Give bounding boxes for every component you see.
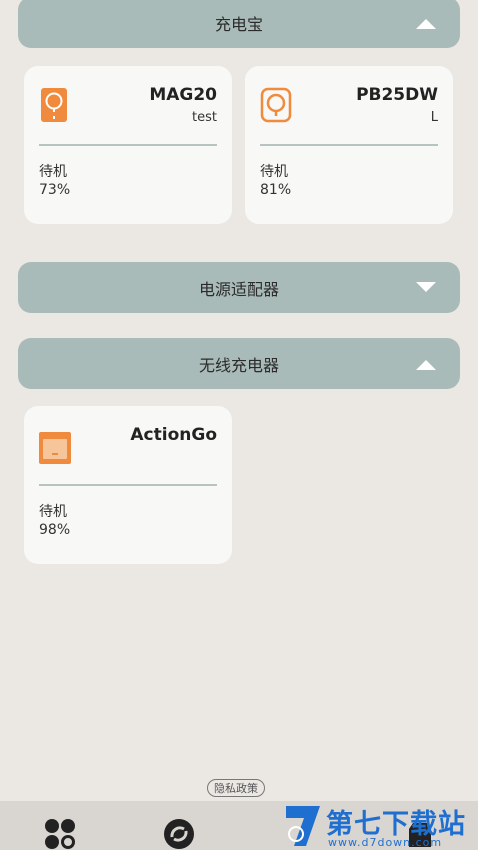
device-card-pb25dw[interactable]: PB25DW L 待机 81% — [245, 66, 453, 224]
section-title: 无线充电器 — [198, 355, 279, 375]
device-subtitle: L — [430, 110, 438, 125]
device-name: MAG20 — [149, 85, 217, 105]
divider — [260, 144, 438, 146]
chevron-up-icon — [416, 18, 436, 29]
privacy-policy-link[interactable]: 隐私政策 — [207, 779, 265, 797]
chevron-down-icon — [416, 281, 436, 292]
refresh-tab-icon[interactable] — [162, 817, 196, 850]
section-title: 充电宝 — [214, 14, 263, 34]
device-battery: 73% — [39, 182, 71, 198]
device-name: ActionGo — [130, 425, 217, 445]
devices-tab-icon[interactable] — [43, 817, 77, 850]
device-battery: 98% — [39, 522, 71, 538]
divider — [39, 484, 217, 486]
device-card-actiongo[interactable]: ActionGo 待机 98% — [24, 406, 232, 564]
section-title: 电源适配器 — [198, 279, 279, 299]
wireless-charger-icon — [39, 432, 71, 464]
ring-power-bank-icon — [260, 87, 292, 123]
divider — [39, 144, 217, 146]
device-status: 待机 — [260, 164, 288, 180]
device-status: 待机 — [39, 504, 67, 520]
device-card-mag20[interactable]: MAG20 test 待机 73% — [24, 66, 232, 224]
chevron-up-icon — [416, 359, 436, 370]
watermark-url: www.d7down.com — [328, 836, 443, 849]
device-status: 待机 — [39, 164, 67, 180]
section-header-power-bank[interactable]: 充电宝 — [18, 0, 460, 48]
watermark-logo-icon — [286, 806, 320, 846]
device-subtitle: test — [192, 110, 217, 125]
section-header-adapter[interactable]: 电源适配器 — [18, 262, 460, 313]
section-header-wireless[interactable]: 无线充电器 — [18, 338, 460, 389]
watermark: 第七下载站 www.d7down.com — [284, 800, 478, 850]
magnetic-power-bank-icon — [41, 88, 67, 122]
device-name: PB25DW — [356, 85, 438, 105]
device-battery: 81% — [260, 182, 292, 198]
